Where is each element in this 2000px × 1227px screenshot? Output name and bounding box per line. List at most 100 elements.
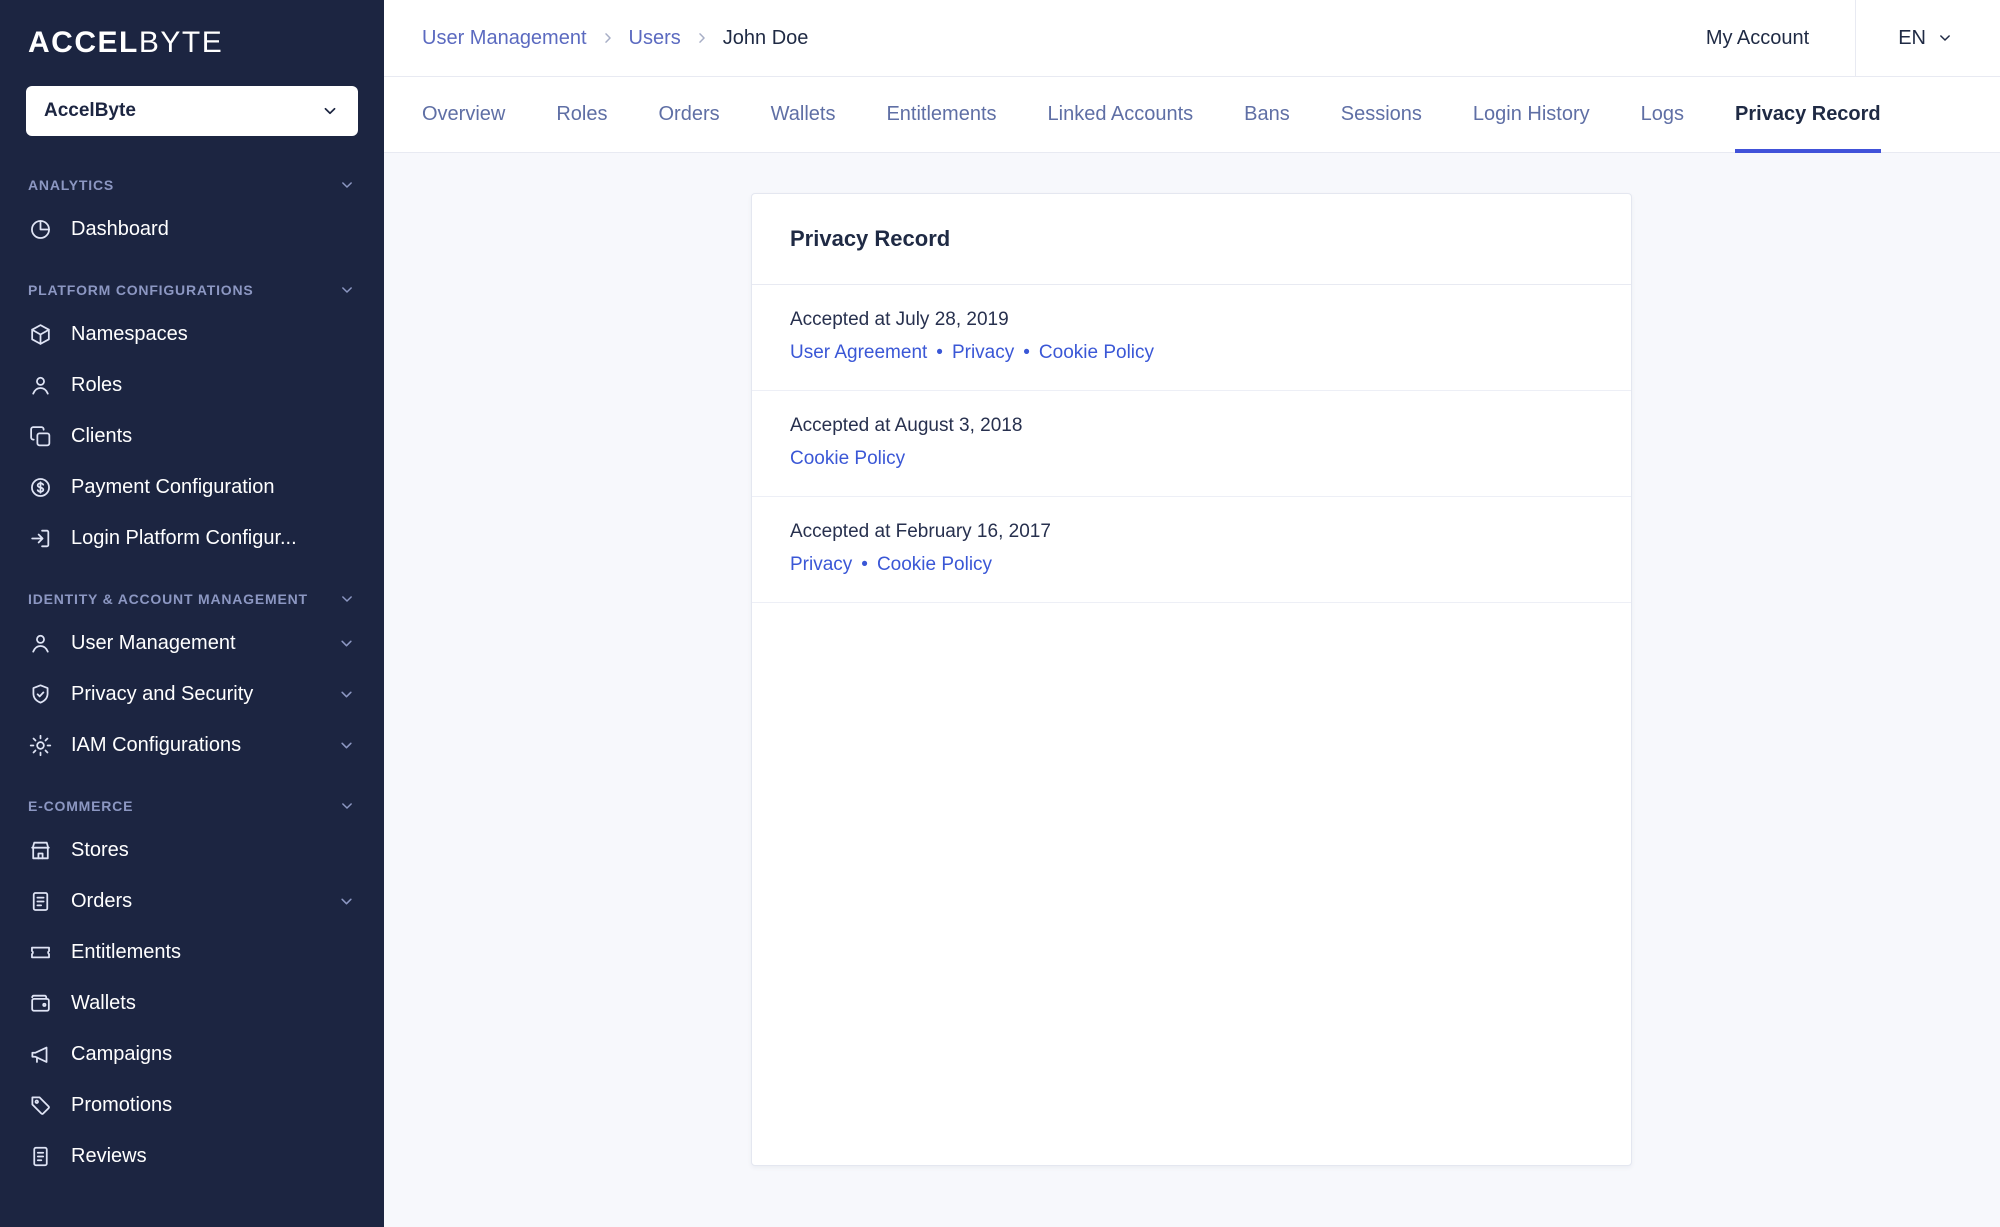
cube-icon (28, 322, 53, 347)
receipt-icon (28, 889, 53, 914)
ticket-icon (28, 940, 53, 965)
my-account-button[interactable]: My Account (1706, 27, 1855, 50)
tab-privacy-record[interactable]: Privacy Record (1735, 77, 1881, 153)
policy-links: Privacy • Cookie Policy (790, 554, 1593, 576)
tab-logs[interactable]: Logs (1641, 77, 1684, 152)
accepted-date: Accepted at July 28, 2019 (790, 309, 1593, 331)
accepted-prefix: Accepted at (790, 521, 891, 542)
megaphone-icon (28, 1042, 53, 1067)
accepted-date: Accepted at August 3, 2018 (790, 415, 1593, 437)
topbar: User Management Users John Doe My Accoun… (384, 0, 2000, 77)
sidebar-item-campaigns[interactable]: Campaigns (0, 1029, 384, 1080)
content-area: Privacy Record Accepted at July 28, 2019… (384, 153, 2000, 1227)
namespace-selector[interactable]: AccelByte (26, 86, 358, 136)
sidebar-item-clients[interactable]: Clients (0, 411, 384, 462)
section-header-platform-configurations[interactable]: PLATFORM CONFIGURATIONS (0, 267, 384, 309)
tab-wallets[interactable]: Wallets (771, 77, 836, 152)
document-icon (28, 1144, 53, 1169)
section-header-analytics[interactable]: ANALYTICS (0, 162, 384, 204)
sidebar-item-iam-configurations[interactable]: IAM Configurations (0, 720, 384, 771)
link-user-agreement[interactable]: User Agreement (790, 342, 927, 364)
link-cookie-policy[interactable]: Cookie Policy (877, 554, 992, 576)
coin-dollar-icon (28, 475, 53, 500)
policy-links: Cookie Policy (790, 448, 1593, 470)
sidebar-item-user-management[interactable]: User Management (0, 618, 384, 669)
sidebar-item-label: Entitlements (71, 941, 182, 963)
sidebar-item-label: Payment Configuration (71, 476, 275, 498)
chevron-down-icon (337, 736, 356, 755)
link-privacy[interactable]: Privacy (952, 342, 1014, 364)
tab-sessions[interactable]: Sessions (1341, 77, 1422, 152)
privacy-record-row: Accepted at February 16, 2017 Privacy • … (752, 497, 1631, 603)
app: ACCELBYTE AccelByte ANALYTICS Dashboard … (0, 0, 2000, 1227)
link-cookie-policy[interactable]: Cookie Policy (790, 448, 905, 470)
tab-login-history[interactable]: Login History (1473, 77, 1590, 152)
breadcrumb-users[interactable]: Users (629, 27, 681, 50)
sidebar-item-label: Roles (71, 374, 123, 396)
sidebar-section-analytics: ANALYTICS Dashboard (0, 162, 384, 255)
tag-icon (28, 1093, 53, 1118)
accepted-prefix: Accepted at (790, 309, 891, 330)
copy-icon (28, 424, 53, 449)
pie-chart-icon (28, 217, 53, 242)
sidebar-item-reviews[interactable]: Reviews (0, 1131, 384, 1182)
accepted-date-value: August 3, 2018 (894, 415, 1023, 436)
chevron-right-icon (599, 29, 617, 47)
sidebar-item-login-platform-configuration[interactable]: Login Platform Configur... (0, 513, 384, 564)
tab-bar: Overview Roles Orders Wallets Entitlemen… (384, 77, 2000, 153)
breadcrumb-current-user: John Doe (722, 26, 809, 49)
accepted-date: Accepted at February 16, 2017 (790, 521, 1593, 543)
tab-overview[interactable]: Overview (422, 77, 505, 152)
language-selector[interactable]: EN (1856, 0, 2000, 76)
main-area: User Management Users John Doe My Accoun… (384, 0, 2000, 1227)
card-header: Privacy Record (752, 194, 1631, 285)
section-header-identity-account-management[interactable]: IDENTITY & ACCOUNT MANAGEMENT (0, 576, 384, 618)
privacy-record-row: Accepted at August 3, 2018 Cookie Policy (752, 391, 1631, 497)
accepted-prefix: Accepted at (790, 415, 891, 436)
sidebar-item-label: Privacy and Security (71, 683, 254, 705)
sidebar-item-payment-configuration[interactable]: Payment Configuration (0, 462, 384, 513)
link-privacy[interactable]: Privacy (790, 554, 852, 576)
tab-roles[interactable]: Roles (556, 77, 607, 152)
chevron-down-icon (338, 176, 356, 194)
sidebar-item-entitlements[interactable]: Entitlements (0, 927, 384, 978)
tab-orders[interactable]: Orders (659, 77, 720, 152)
sidebar-item-namespaces[interactable]: Namespaces (0, 309, 384, 360)
sidebar-item-promotions[interactable]: Promotions (0, 1080, 384, 1131)
sidebar-item-label: Dashboard (71, 218, 169, 240)
sidebar-item-label: Orders (71, 890, 133, 912)
shield-icon (28, 682, 53, 707)
tab-linked-accounts[interactable]: Linked Accounts (1048, 77, 1194, 152)
section-label: IDENTITY & ACCOUNT MANAGEMENT (28, 591, 308, 607)
storefront-icon (28, 838, 53, 863)
chevron-down-icon (338, 797, 356, 815)
tab-entitlements[interactable]: Entitlements (886, 77, 996, 152)
gear-icon (28, 733, 53, 758)
sidebar-item-label: Login Platform Configur... (71, 527, 297, 549)
topbar-right: My Account EN (1706, 0, 2000, 76)
sidebar-item-orders[interactable]: Orders (0, 876, 384, 927)
privacy-record-row: Accepted at July 28, 2019 User Agreement… (752, 285, 1631, 391)
person-icon (28, 373, 53, 398)
sidebar-item-roles[interactable]: Roles (0, 360, 384, 411)
chevron-down-icon (338, 590, 356, 608)
link-cookie-policy[interactable]: Cookie Policy (1039, 342, 1154, 364)
tab-bans[interactable]: Bans (1244, 77, 1290, 152)
breadcrumb-user-management[interactable]: User Management (422, 27, 587, 50)
sidebar-item-label: Namespaces (71, 323, 188, 345)
privacy-record-card: Privacy Record Accepted at July 28, 2019… (751, 193, 1632, 1166)
sidebar-item-privacy-and-security[interactable]: Privacy and Security (0, 669, 384, 720)
sidebar-section-identity-account-management: IDENTITY & ACCOUNT MANAGEMENT User Manag… (0, 576, 384, 771)
language-value: EN (1898, 26, 1926, 49)
breadcrumb: User Management Users John Doe (422, 27, 808, 50)
sidebar: ACCELBYTE AccelByte ANALYTICS Dashboard … (0, 0, 384, 1227)
accepted-date-value: July 28, 2019 (895, 309, 1009, 330)
sidebar-item-stores[interactable]: Stores (0, 825, 384, 876)
sidebar-item-wallets[interactable]: Wallets (0, 978, 384, 1029)
chevron-down-icon (337, 685, 356, 704)
sidebar-item-label: Clients (71, 425, 133, 447)
sidebar-item-dashboard[interactable]: Dashboard (0, 204, 384, 255)
section-header-ecommerce[interactable]: E-COMMERCE (0, 783, 384, 825)
policy-links: User Agreement • Privacy • Cookie Policy (790, 342, 1593, 364)
section-label: E-COMMERCE (28, 798, 134, 814)
